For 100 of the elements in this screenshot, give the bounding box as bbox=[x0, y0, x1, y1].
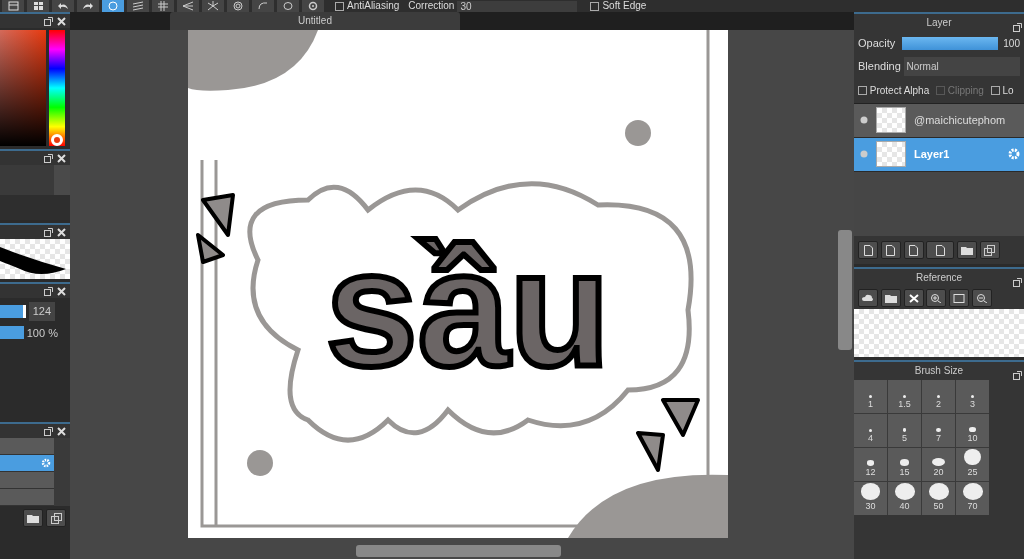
duplicate-icon bbox=[50, 512, 62, 524]
soft-edge-label: Soft Edge bbox=[602, 0, 647, 12]
toolbar-button[interactable] bbox=[152, 0, 174, 12]
cloud-button[interactable] bbox=[858, 289, 878, 307]
brush-opacity-value: 100 % bbox=[26, 325, 58, 341]
curve-icon bbox=[257, 1, 269, 11]
brush-size-option[interactable]: 25 bbox=[956, 448, 989, 481]
layer-thumbnail bbox=[876, 107, 906, 133]
brush-list-item[interactable] bbox=[0, 455, 54, 472]
float-icon bbox=[44, 426, 53, 436]
toolbar-button[interactable] bbox=[27, 0, 49, 12]
antialiasing-checkbox[interactable] bbox=[335, 1, 344, 11]
duplicate-button[interactable] bbox=[46, 509, 66, 527]
brush-size-option[interactable]: 15 bbox=[888, 448, 921, 481]
brush-dot-icon bbox=[894, 483, 915, 500]
cloud-icon bbox=[862, 293, 874, 303]
converging-lines-icon bbox=[182, 1, 194, 11]
open-button[interactable] bbox=[880, 289, 901, 307]
zoom-in-button[interactable] bbox=[926, 289, 947, 307]
document-tab[interactable]: Untitled bbox=[170, 12, 460, 30]
brush-size-option[interactable]: 20 bbox=[922, 448, 955, 481]
brush-size-option[interactable]: 7 bbox=[922, 414, 955, 447]
brush-dot-icon bbox=[899, 459, 910, 466]
duplicate-icon bbox=[984, 244, 996, 256]
option-label: Clipping bbox=[947, 83, 984, 98]
correction-field[interactable]: 30 bbox=[457, 0, 578, 12]
scroll-bar[interactable] bbox=[54, 165, 70, 195]
brush-size-option[interactable]: 30 bbox=[854, 482, 887, 515]
close-icon bbox=[57, 153, 66, 163]
window-icon bbox=[7, 1, 19, 11]
brush-size-option[interactable]: 70 bbox=[956, 482, 989, 515]
brush-dot-icon bbox=[902, 428, 907, 432]
brush-size-option[interactable]: 2 bbox=[922, 380, 955, 413]
brush-size-option[interactable]: 3 bbox=[956, 380, 989, 413]
option-label: Lo bbox=[1002, 83, 1014, 98]
brush-size-slider[interactable] bbox=[0, 304, 26, 318]
concentric-circles-icon bbox=[232, 1, 244, 11]
toolbar-button[interactable] bbox=[52, 0, 74, 12]
brush-dot-icon bbox=[936, 427, 941, 432]
zoom-out-button[interactable] bbox=[971, 289, 992, 307]
brush-size-option[interactable]: 1 bbox=[854, 380, 887, 413]
soft-edge-checkbox[interactable] bbox=[590, 1, 600, 11]
page-icon bbox=[909, 244, 918, 256]
toolbar-button[interactable] bbox=[302, 0, 324, 12]
brush-size-option[interactable]: 4 bbox=[854, 414, 887, 447]
add-layer-button[interactable] bbox=[926, 241, 955, 259]
brush-dot-icon bbox=[860, 483, 881, 500]
layer-row[interactable]: @maichicutephom bbox=[854, 103, 1024, 138]
toolbar-button[interactable] bbox=[77, 0, 99, 12]
fit-button[interactable] bbox=[949, 289, 969, 307]
new-layer-button[interactable] bbox=[858, 241, 878, 259]
scroll-bar[interactable] bbox=[54, 438, 70, 506]
toolbar-button[interactable] bbox=[177, 0, 199, 12]
hue-spectrum[interactable] bbox=[48, 30, 65, 146]
duplicate-button[interactable] bbox=[979, 241, 1000, 259]
brush-opacity-slider[interactable] bbox=[0, 326, 24, 340]
toolbar-button[interactable] bbox=[127, 0, 149, 12]
open-icon bbox=[884, 293, 897, 303]
brush-size-value[interactable]: 124 bbox=[28, 302, 56, 321]
folder-button[interactable] bbox=[957, 241, 977, 259]
brush-size-option[interactable]: 12 bbox=[854, 448, 887, 481]
vertical-scroll-bar[interactable] bbox=[838, 230, 852, 350]
toolbar-button[interactable] bbox=[252, 0, 274, 12]
option-checkbox[interactable] bbox=[990, 85, 1000, 95]
float-icon bbox=[44, 227, 53, 237]
close-button[interactable] bbox=[903, 289, 924, 307]
brush-dot-icon bbox=[903, 394, 906, 398]
brush-size-option[interactable]: 5 bbox=[888, 414, 921, 447]
lettering-text: sầu bbox=[325, 216, 611, 400]
toolbar-button[interactable] bbox=[277, 0, 299, 12]
layer-row[interactable]: Layer1 bbox=[854, 137, 1024, 172]
color-gradient[interactable] bbox=[0, 30, 46, 146]
float-icon bbox=[44, 153, 53, 163]
brush-dot-icon bbox=[869, 428, 872, 432]
new-layer-button[interactable] bbox=[880, 241, 901, 259]
option-checkbox[interactable] bbox=[858, 85, 867, 95]
close-icon bbox=[57, 426, 66, 436]
brush-size-option[interactable]: 10 bbox=[956, 414, 989, 447]
opacity-slider[interactable] bbox=[902, 36, 998, 50]
toolbar-button[interactable] bbox=[202, 0, 224, 12]
radial-lines-icon bbox=[207, 1, 219, 11]
new-layer-button[interactable] bbox=[903, 241, 924, 259]
folder-button[interactable] bbox=[23, 509, 44, 527]
blending-dropdown[interactable]: Normal bbox=[903, 56, 1020, 76]
hue-marker-icon[interactable] bbox=[50, 134, 63, 146]
brush-size-option[interactable]: 50 bbox=[922, 482, 955, 515]
zoom-in-icon bbox=[930, 293, 943, 303]
brush-size-option[interactable]: 40 bbox=[888, 482, 921, 515]
brush-size-option[interactable]: 1.5 bbox=[888, 380, 921, 413]
opacity-label: Opacity bbox=[858, 36, 897, 51]
toolbar-button[interactable] bbox=[227, 0, 249, 12]
horizontal-scroll-bar[interactable] bbox=[356, 545, 561, 557]
brush-dot-icon bbox=[962, 483, 983, 500]
brush-dot-icon bbox=[969, 426, 976, 432]
toolbar-button[interactable] bbox=[2, 0, 24, 12]
circle-shape bbox=[625, 120, 651, 146]
undo-icon bbox=[57, 1, 69, 11]
grid-lines-icon bbox=[157, 1, 169, 11]
close-icon bbox=[57, 286, 66, 296]
circle-shape bbox=[247, 450, 273, 476]
